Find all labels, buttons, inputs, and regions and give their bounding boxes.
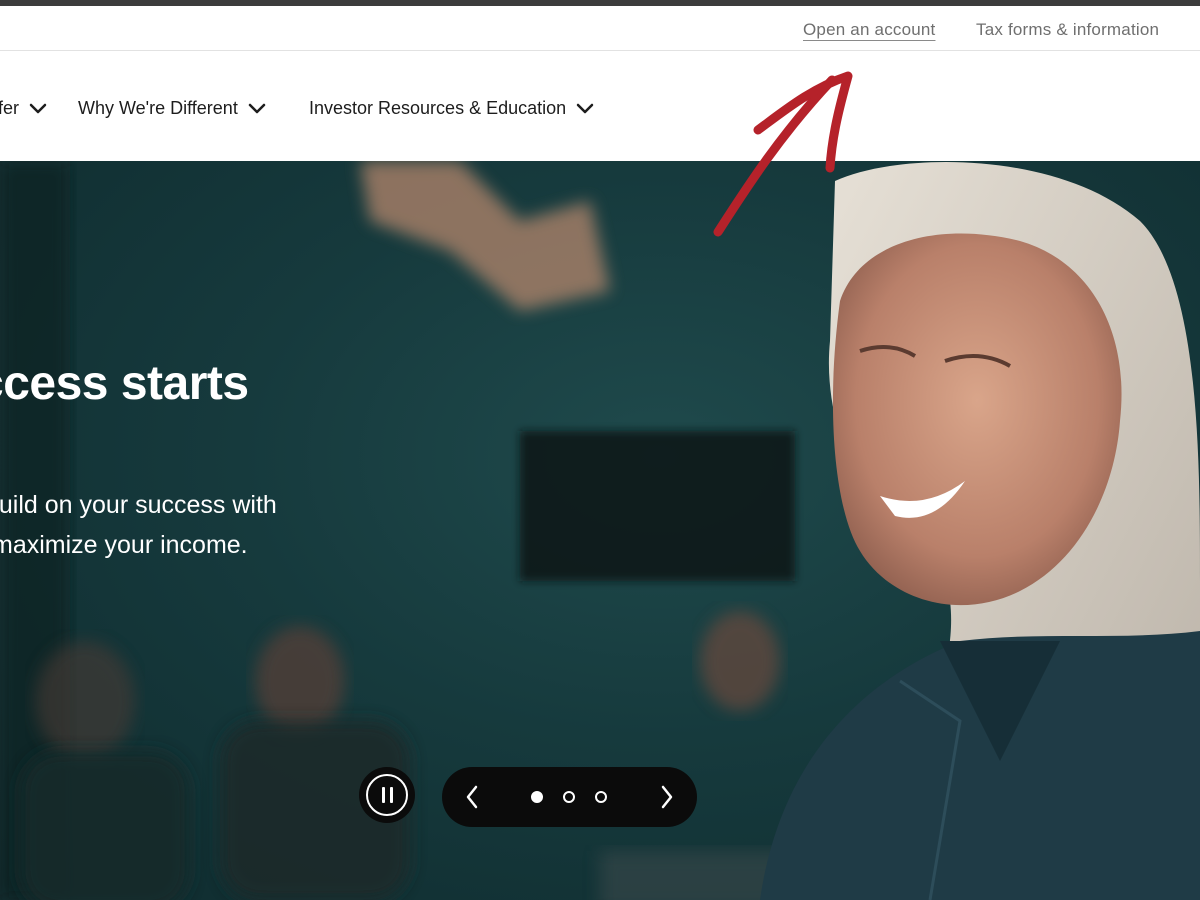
carousel-dot-2[interactable] (563, 791, 575, 803)
pause-icon (366, 774, 408, 816)
nav-item-investor-resources[interactable]: Investor Resources & Education (309, 98, 594, 119)
utility-bar: Open an account Tax forms & information (0, 6, 1200, 51)
carousel-next-button[interactable] (651, 781, 683, 813)
chevron-down-icon (576, 103, 594, 113)
chevron-left-icon (466, 785, 478, 809)
nav-item-label: Investor Resources & Education (309, 98, 567, 118)
carousel-prev-button[interactable] (456, 781, 488, 813)
hero-body-line-2: maximize your income. (0, 531, 248, 559)
main-nav: fer Why We're Different Investor Resourc… (0, 51, 1200, 161)
chevron-right-icon (661, 785, 673, 809)
carousel-pause-button[interactable] (359, 767, 415, 823)
nav-item-offer[interactable]: fer (0, 98, 47, 119)
chevron-down-icon (29, 103, 47, 113)
hero-body-line-1: build on your success with (0, 491, 277, 519)
hero-banner: success starts build on your success wit… (0, 161, 1200, 900)
nav-item-label: fer (0, 98, 20, 118)
nav-item-why-different[interactable]: Why We're Different (78, 98, 266, 119)
open-account-link[interactable]: Open an account (803, 20, 935, 40)
hero-headline: success starts (0, 357, 249, 410)
carousel-dot-3[interactable] (595, 791, 607, 803)
chevron-down-icon (248, 103, 266, 113)
nav-item-label: Why We're Different (78, 98, 238, 118)
carousel-controls (442, 767, 697, 827)
tax-forms-link[interactable]: Tax forms & information (976, 20, 1159, 40)
carousel-dot-1[interactable] (531, 791, 543, 803)
